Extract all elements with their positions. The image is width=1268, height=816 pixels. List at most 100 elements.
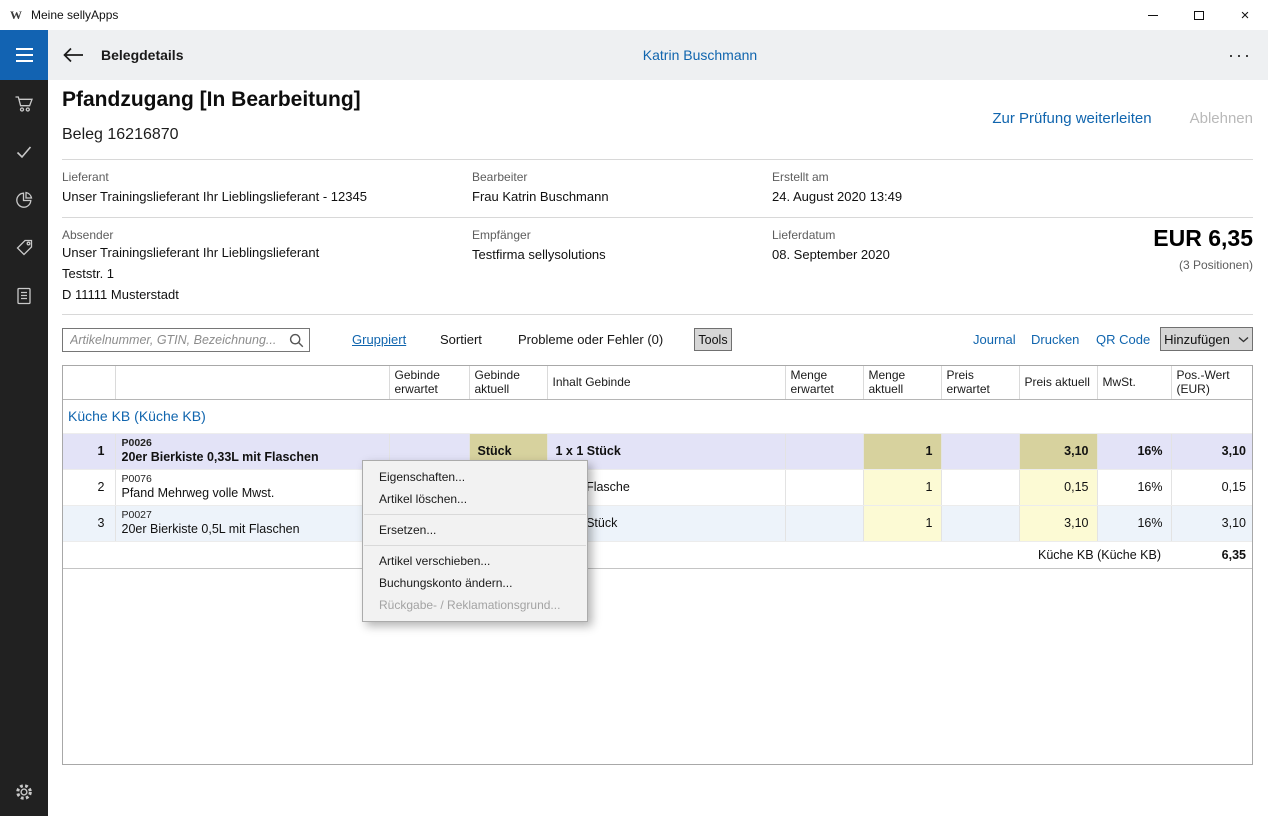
col-header-gebinde-erwartet[interactable]: Gebinde erwartet [389,366,469,399]
sidebar-item-reports[interactable] [0,176,48,224]
field-empfaenger: Empfänger Testfirma sellysolutions [472,218,606,262]
menu-item-eigenschaften[interactable]: Eigenschaften... [363,466,587,488]
maximize-button[interactable] [1176,0,1222,30]
sidebar [0,80,48,816]
col-header-inhalt-gebinde[interactable]: Inhalt Gebinde [547,366,785,399]
preis-erwartet-cell [941,469,1019,505]
article-cell: P0026 20er Bierkiste 0,33L mit Flaschen [115,433,389,469]
col-header-gebinde-aktuell[interactable]: Gebinde aktuell [469,366,547,399]
hamburger-menu-button[interactable] [0,30,48,80]
field-label: Bearbeiter [472,170,609,184]
problems-filter[interactable]: Probleme oder Fehler (0) [518,332,663,347]
menu-item-artikel-loeschen[interactable]: Artikel löschen... [363,488,587,510]
field-value: 08. September 2020 [772,247,890,262]
field-lieferdatum: Lieferdatum 08. September 2020 [772,218,890,262]
sidebar-item-cart[interactable] [0,80,48,128]
group-summary-value: 6,35 [1171,541,1253,568]
positions-table-container: Gebinde erwartet Gebinde aktuell Inhalt … [62,365,1253,765]
preis-aktuell-cell[interactable]: 3,10 [1019,433,1097,469]
menge-erwartet-cell [785,433,863,469]
more-button[interactable]: ··· [1228,50,1252,60]
journal-link[interactable]: Journal [973,332,1016,347]
app-window: W Meine sellyApps × Belegdetails Katrin … [0,0,1268,816]
back-button[interactable] [61,46,85,64]
col-header-num [63,366,115,399]
field-label: Lieferdatum [772,228,890,242]
menu-item-rueckgabe-reklamationsgrund: Rückgabe- / Reklamationsgrund... [363,594,587,616]
address-line: D 11111 Musterstadt [62,284,319,305]
field-label: Empfänger [472,228,606,242]
user-link[interactable]: Katrin Buschmann [643,47,757,63]
address-line: Teststr. 1 [62,263,319,284]
group-header[interactable]: Küche KB (Küche KB) [63,399,1253,433]
menge-erwartet-cell [785,505,863,541]
window-title: Meine sellyApps [31,8,118,22]
journal-icon [14,286,34,306]
main-content: Pfandzugang [In Bearbeitung] Beleg 16216… [48,80,1268,816]
sidebar-item-prices[interactable] [0,224,48,272]
article-name: Pfand Mehrweg volle Mwst. [122,486,381,501]
field-label: Absender [62,228,319,242]
group-summary-label: Küche KB (Küche KB) [63,541,1171,568]
menu-item-artikel-verschieben[interactable]: Artikel verschieben... [363,550,587,572]
address-line: Unser Trainingslieferant Ihr Lieblingsli… [62,242,319,263]
back-arrow-icon [61,46,85,64]
table-row[interactable]: 3 P0027 20er Bierkiste 0,5L mit Flaschen… [63,505,1253,541]
sidebar-item-settings[interactable] [0,768,48,816]
group-header-row: Küche KB (Küche KB) [63,399,1253,433]
pos-wert-cell: 3,10 [1171,433,1253,469]
preis-aktuell-cell[interactable]: 0,15 [1019,469,1097,505]
minimize-button[interactable] [1130,0,1176,30]
maximize-icon [1194,11,1204,20]
col-header-mwst[interactable]: MwSt. [1097,366,1171,399]
document-actions: Zur Prüfung weiterleiten Ablehnen [992,110,1253,127]
col-header-preis-erwartet[interactable]: Preis erwartet [941,366,1019,399]
field-erstellt-am: Erstellt am 24. August 2020 13:49 [772,160,902,204]
row-number: 3 [63,505,115,541]
col-header-menge-erwartet[interactable]: Menge erwartet [785,366,863,399]
checkmark-icon [14,142,34,162]
app-header: Belegdetails Katrin Buschmann ··· [0,30,1268,80]
article-name: 20er Bierkiste 0,5L mit Flaschen [122,522,381,537]
sidebar-item-journal[interactable] [0,272,48,320]
menu-item-buchungskonto-aendern[interactable]: Buchungskonto ändern... [363,572,587,594]
menu-separator [364,545,586,546]
pos-wert-cell: 3,10 [1171,505,1253,541]
preis-aktuell-cell[interactable]: 3,10 [1019,505,1097,541]
total-amount: EUR 6,35 [1153,225,1253,252]
document-title: Pfandzugang [In Bearbeitung] [62,88,361,112]
forward-for-review-button[interactable]: Zur Prüfung weiterleiten [992,110,1151,127]
qr-code-link[interactable]: QR Code [1096,332,1150,347]
positions-table: Gebinde erwartet Gebinde aktuell Inhalt … [63,366,1253,569]
field-absender: Absender Unser Trainingslieferant Ihr Li… [62,218,319,305]
sidebar-item-tasks[interactable] [0,128,48,176]
info-row-1: Lieferant Unser Trainingslieferant Ihr L… [62,160,1253,218]
chevron-down-icon [1238,336,1249,343]
search-input[interactable] [63,329,309,351]
field-value: Testfirma sellysolutions [472,247,606,262]
article-cell: P0076 Pfand Mehrweg volle Mwst. [115,469,389,505]
tools-button[interactable]: Tools [694,328,732,351]
preis-erwartet-cell [941,433,1019,469]
print-link[interactable]: Drucken [1031,332,1079,347]
positions-toolbar: Gruppiert Sortiert Probleme oder Fehler … [62,315,1253,365]
group-summary-row: Küche KB (Küche KB) 6,35 [63,541,1253,568]
grouped-toggle[interactable]: Gruppiert [352,332,406,347]
menge-aktuell-cell[interactable]: 1 [863,469,941,505]
add-button[interactable]: Hinzufügen [1160,327,1253,351]
table-row[interactable]: 2 P0076 Pfand Mehrweg volle Mwst. 1 x 1 … [63,469,1253,505]
menge-aktuell-cell[interactable]: 1 [863,433,941,469]
table-row[interactable]: 1 P0026 20er Bierkiste 0,33L mit Flasche… [63,433,1253,469]
col-header-preis-aktuell[interactable]: Preis aktuell [1019,366,1097,399]
search-icon[interactable] [289,333,304,348]
add-button-label: Hinzufügen [1164,332,1230,347]
mwst-cell: 16% [1097,433,1171,469]
sorted-toggle[interactable]: Sortiert [440,332,482,347]
menge-aktuell-cell[interactable]: 1 [863,505,941,541]
menu-item-ersetzen[interactable]: Ersetzen... [363,519,587,541]
field-label: Erstellt am [772,170,902,184]
col-header-pos-wert[interactable]: Pos.-Wert (EUR) [1171,366,1253,399]
col-header-menge-aktuell[interactable]: Menge aktuell [863,366,941,399]
price-tag-icon [14,238,34,258]
close-button[interactable]: × [1222,0,1268,30]
